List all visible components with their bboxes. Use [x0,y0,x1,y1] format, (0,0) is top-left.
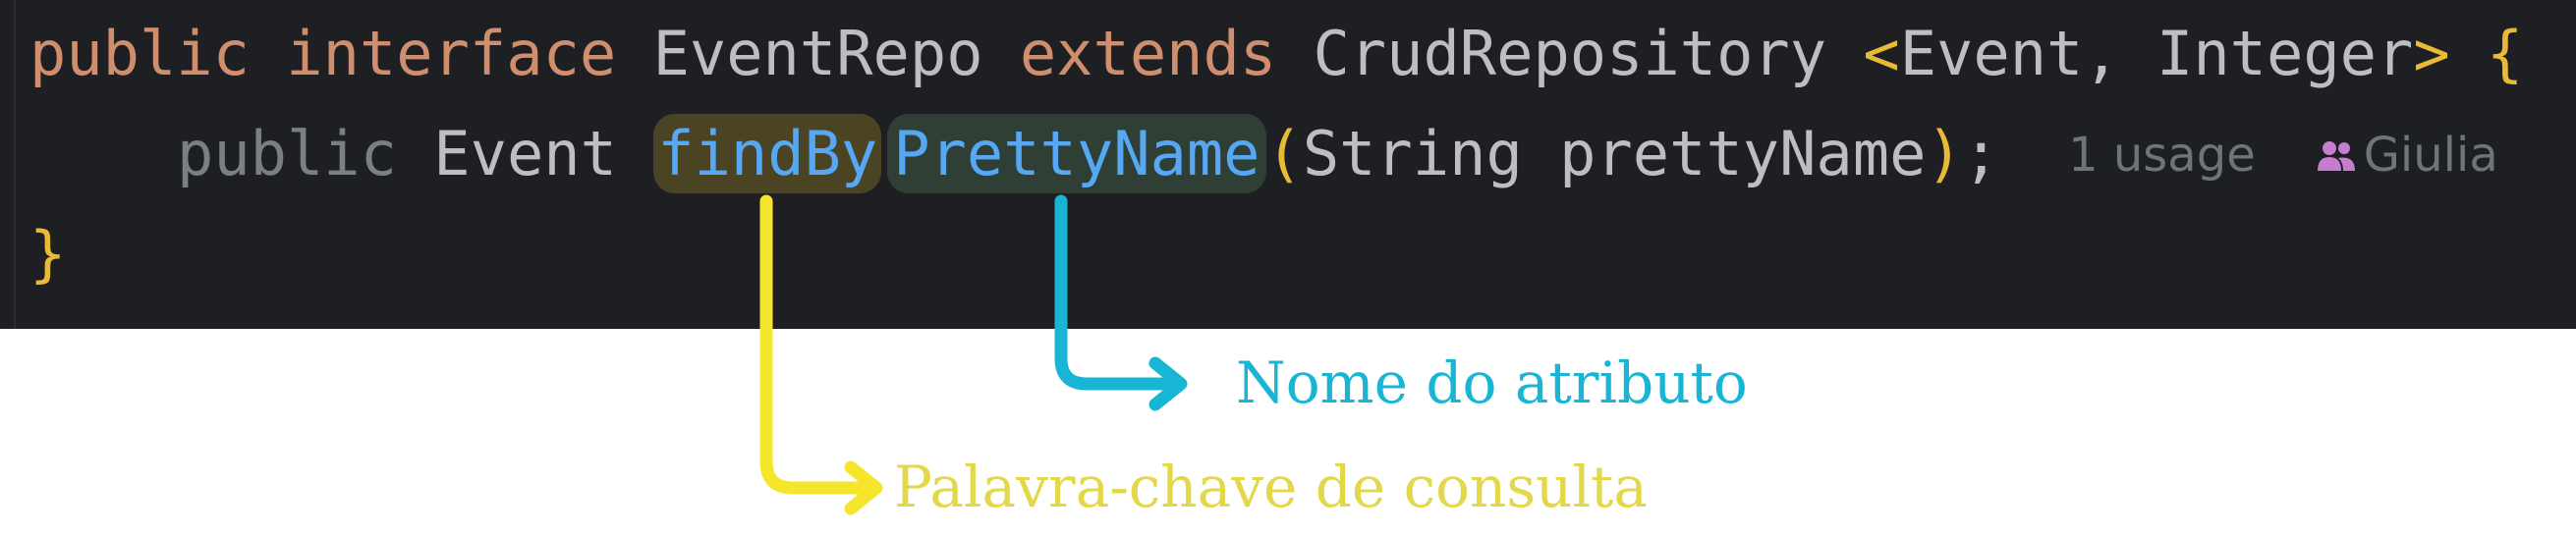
attribute-name-label: Nome do atributo [1236,349,1748,416]
query-keyword-label: Palavra-chave de consulta [894,454,1648,520]
keyword-arrow-icon [759,194,883,515]
attribute-arrow-icon [1054,194,1188,411]
